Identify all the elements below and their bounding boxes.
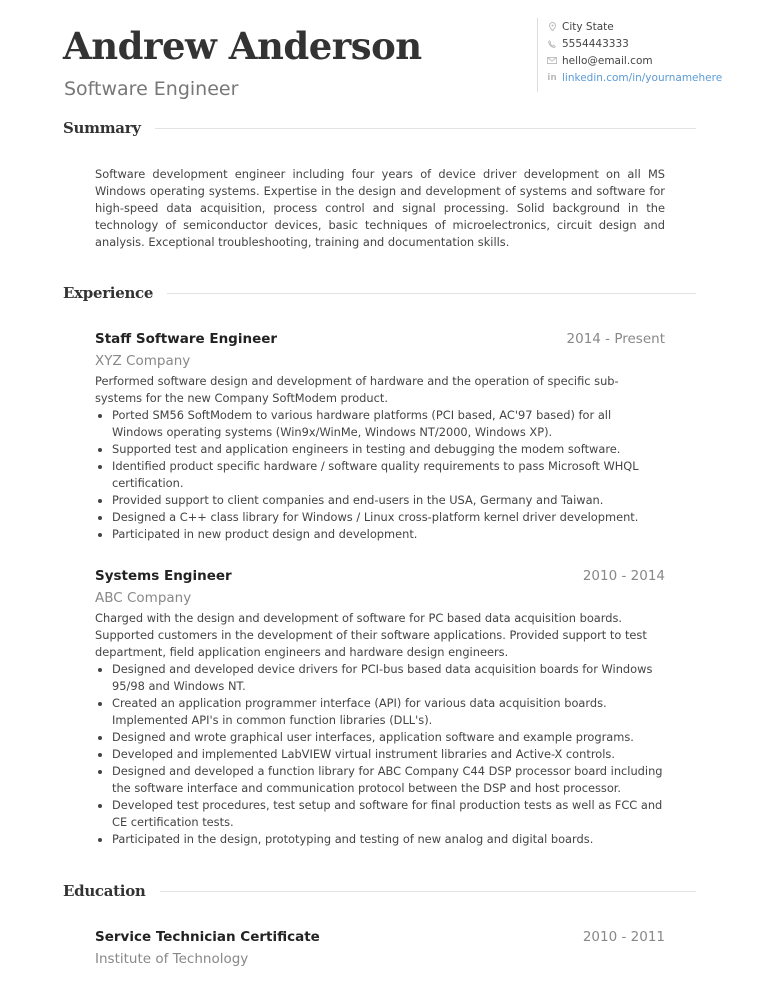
job-bullet: Designed and developed a function librar… — [112, 763, 665, 797]
divider — [167, 292, 696, 294]
email-text[interactable]: hello@email.com — [562, 55, 653, 67]
job-bullet: Designed and wrote graphical user interf… — [112, 729, 665, 746]
experience-entry: Systems Engineer 2010 - 2014 ABC Company… — [95, 568, 665, 848]
summary-section-header: Summary — [63, 119, 696, 137]
experience-section-header: Experience — [63, 284, 696, 302]
section-title-summary: Summary — [63, 119, 141, 137]
candidate-title: Software Engineer — [64, 78, 239, 100]
divider — [159, 890, 696, 892]
envelope-icon — [547, 57, 557, 64]
contact-info: City State 5554443333 hello@email.com in… — [537, 18, 722, 92]
job-title: Staff Software Engineer — [95, 331, 278, 347]
section-title-education: Education — [63, 882, 146, 900]
job-bullet: Designed a C++ class library for Windows… — [112, 509, 665, 526]
experience-entry: Staff Software Engineer 2014 - Present X… — [95, 331, 665, 543]
job-bullet: Provided support to client companies and… — [112, 492, 665, 509]
job-dates: 2010 - 2014 — [582, 568, 665, 584]
job-company: XYZ Company — [95, 353, 191, 369]
job-bullet: Identified product specific hardware / s… — [112, 458, 665, 492]
job-company: ABC Company — [95, 590, 192, 606]
linkedin-link[interactable]: linkedin.com/in/yournamehere — [562, 72, 722, 84]
linkedin-icon: in — [547, 72, 557, 83]
job-bullet: Designed and developed device drivers fo… — [112, 661, 665, 695]
education-institution: Institute of Technology — [95, 951, 249, 967]
job-description: Charged with the design and development … — [95, 611, 647, 659]
job-bullets: Ported SM56 SoftModem to various hardwar… — [95, 407, 665, 543]
contact-linkedin: in linkedin.com/in/yournamehere — [547, 69, 722, 86]
phone-icon — [547, 39, 557, 48]
section-title-experience: Experience — [63, 284, 154, 302]
location-text: City State — [562, 20, 614, 33]
candidate-name: Andrew Anderson — [63, 24, 422, 68]
job-dates: 2014 - Present — [566, 331, 665, 347]
contact-email: hello@email.com — [547, 52, 722, 69]
contact-phone: 5554443333 — [547, 35, 722, 52]
job-bullet: Created an application programmer interf… — [112, 695, 665, 729]
job-bullet: Supported test and application engineers… — [112, 441, 665, 458]
education-dates: 2010 - 2011 — [582, 929, 665, 945]
summary-text: Software development engineer including … — [95, 167, 665, 249]
location-pin-icon — [547, 22, 557, 31]
contact-location: City State — [547, 18, 722, 35]
education-title: Service Technician Certificate — [95, 929, 320, 945]
phone-text: 5554443333 — [562, 37, 629, 50]
job-description: Performed software design and developmen… — [95, 374, 619, 405]
job-title: Systems Engineer — [95, 568, 232, 584]
job-bullet: Ported SM56 SoftModem to various hardwar… — [112, 407, 665, 441]
education-section-header: Education — [63, 882, 696, 900]
job-bullet: Developed test procedures, test setup an… — [112, 797, 665, 831]
job-bullet: Participated in new product design and d… — [112, 526, 665, 543]
job-bullets: Designed and developed device drivers fo… — [95, 661, 665, 848]
job-bullet: Participated in the design, prototyping … — [112, 831, 665, 848]
education-entry: Service Technician Certificate 2010 - 20… — [95, 929, 665, 968]
job-bullet: Developed and implemented LabVIEW virtua… — [112, 746, 665, 763]
divider — [154, 127, 696, 129]
